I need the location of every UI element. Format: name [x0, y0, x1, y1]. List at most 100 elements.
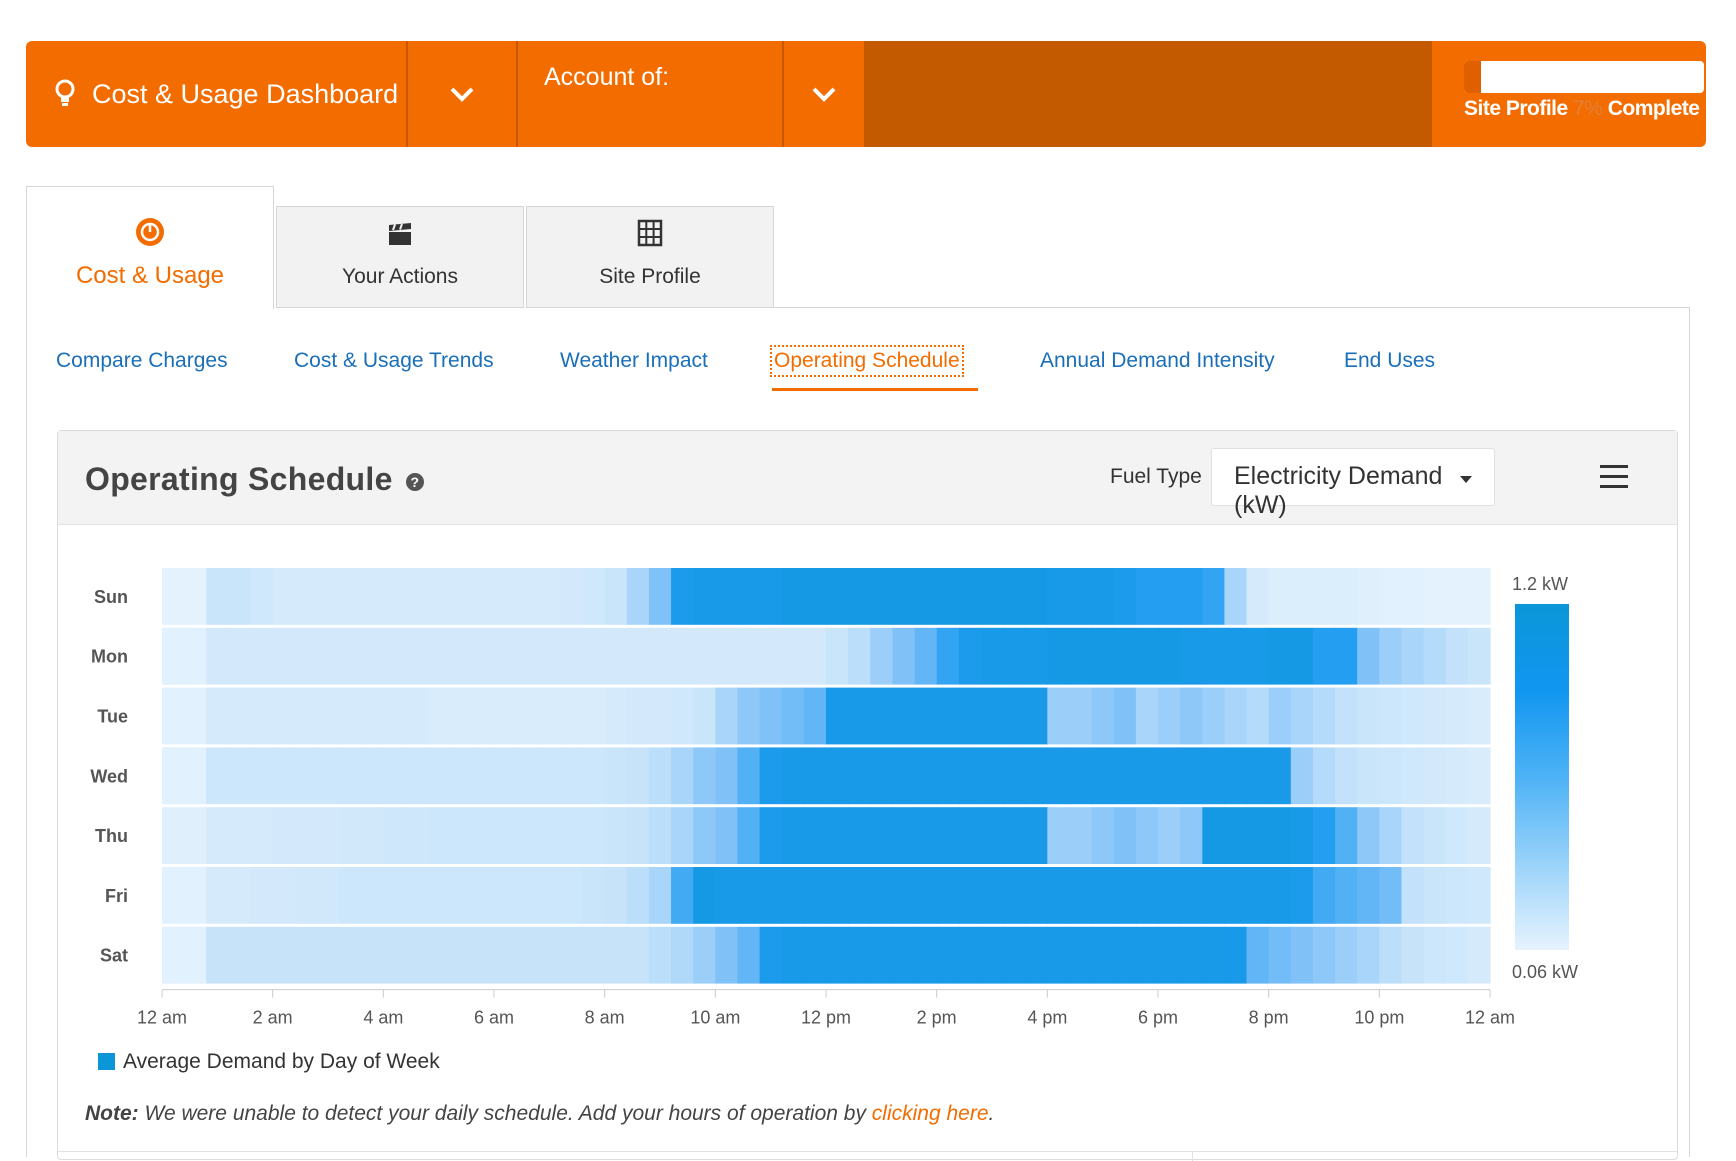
heatmap-cell[interactable]: [582, 687, 606, 745]
heatmap-cell[interactable]: [316, 747, 340, 805]
heatmap-cell[interactable]: [206, 807, 229, 864]
heatmap-cell[interactable]: [1047, 807, 1071, 864]
heatmap-cell[interactable]: [693, 926, 716, 984]
heatmap-cell[interactable]: [250, 747, 274, 805]
heatmap-cell[interactable]: [1003, 926, 1026, 984]
heatmap-cell[interactable]: [980, 687, 1004, 745]
heatmap-cell[interactable]: [1224, 627, 1248, 685]
heatmap-cell[interactable]: [803, 568, 827, 625]
heatmap-cell[interactable]: [1401, 627, 1425, 685]
heatmap-cell[interactable]: [1335, 687, 1358, 745]
heatmap-cell[interactable]: [1335, 807, 1358, 864]
heatmap-cell[interactable]: [162, 747, 185, 805]
heatmap-cell[interactable]: [737, 747, 761, 805]
heatmap-cell[interactable]: [494, 867, 517, 924]
heatmap-cell[interactable]: [162, 627, 185, 685]
heatmap-cell[interactable]: [1379, 568, 1403, 625]
heatmap-cell[interactable]: [936, 867, 960, 924]
heatmap-cell[interactable]: [471, 926, 495, 984]
heatmap-cell[interactable]: [1047, 687, 1071, 745]
heatmap-cell[interactable]: [1312, 807, 1336, 864]
heatmap-cell[interactable]: [294, 867, 318, 924]
heatmap-cell[interactable]: [1445, 568, 1469, 625]
heatmap-cell[interactable]: [1445, 747, 1469, 805]
heatmap-cell[interactable]: [1423, 867, 1447, 924]
heatmap-cell[interactable]: [826, 568, 849, 625]
heatmap-cell[interactable]: [1158, 687, 1181, 745]
heatmap-cell[interactable]: [361, 627, 384, 685]
heatmap-cell[interactable]: [1312, 867, 1336, 924]
heatmap-cell[interactable]: [1113, 568, 1137, 625]
heatmap-cell[interactable]: [737, 687, 761, 745]
heatmap-cell[interactable]: [759, 627, 783, 685]
heatmap-cell[interactable]: [980, 568, 1004, 625]
heatmap-cell[interactable]: [958, 926, 982, 984]
heatmap-cell[interactable]: [494, 627, 517, 685]
heatmap-cell[interactable]: [538, 867, 561, 924]
heatmap-cell[interactable]: [1180, 807, 1203, 864]
heatmap-cell[interactable]: [870, 568, 893, 625]
heatmap-cell[interactable]: [1401, 747, 1425, 805]
heatmap-cell[interactable]: [162, 687, 185, 745]
heatmap-cell[interactable]: [1467, 687, 1491, 745]
heatmap-cell[interactable]: [604, 747, 628, 805]
heatmap-cell[interactable]: [538, 687, 561, 745]
heatmap-cell[interactable]: [1401, 568, 1425, 625]
heatmap-cell[interactable]: [427, 627, 451, 685]
heatmap-cell[interactable]: [1113, 687, 1137, 745]
heatmap-cell[interactable]: [405, 926, 429, 984]
heatmap-cell[interactable]: [427, 687, 451, 745]
heatmap-cell[interactable]: [936, 807, 960, 864]
heatmap-cell[interactable]: [648, 687, 672, 745]
heatmap-cell[interactable]: [1357, 687, 1380, 745]
heatmap-cell[interactable]: [936, 926, 960, 984]
heatmap-cell[interactable]: [914, 747, 938, 805]
heatmap-cell[interactable]: [1467, 747, 1491, 805]
heatmap-cell[interactable]: [1335, 747, 1358, 805]
heatmap-cell[interactable]: [361, 747, 384, 805]
heatmap-cell[interactable]: [1180, 627, 1203, 685]
heatmap-cell[interactable]: [1025, 687, 1048, 745]
heatmap-cell[interactable]: [759, 926, 783, 984]
heatmap-cell[interactable]: [1180, 867, 1203, 924]
heatmap-cell[interactable]: [1379, 627, 1403, 685]
heatmap-cell[interactable]: [1091, 926, 1115, 984]
heatmap-cell[interactable]: [803, 807, 827, 864]
heatmap-cell[interactable]: [848, 627, 871, 685]
heatmap-cell[interactable]: [339, 687, 362, 745]
chart-legend[interactable]: Average Demand by Day of Week: [98, 1050, 440, 1074]
heatmap-cell[interactable]: [1423, 807, 1447, 864]
heatmap-cell[interactable]: [848, 747, 871, 805]
heatmap-cell[interactable]: [471, 807, 495, 864]
heatmap-cell[interactable]: [294, 926, 318, 984]
heatmap-cell[interactable]: [228, 807, 252, 864]
heatmap-cell[interactable]: [980, 867, 1004, 924]
heatmap-cell[interactable]: [538, 807, 561, 864]
heatmap-cell[interactable]: [1467, 807, 1491, 864]
heatmap-cell[interactable]: [405, 568, 429, 625]
heatmap-cell[interactable]: [1180, 687, 1203, 745]
heatmap-cell[interactable]: [1069, 747, 1093, 805]
heatmap-cell[interactable]: [1445, 627, 1469, 685]
heatmap-cell[interactable]: [715, 568, 739, 625]
heatmap-cell[interactable]: [383, 747, 407, 805]
heatmap-cell[interactable]: [737, 926, 761, 984]
heatmap-cell[interactable]: [936, 687, 960, 745]
heatmap-cell[interactable]: [1224, 747, 1248, 805]
heatmap-cell[interactable]: [759, 687, 783, 745]
heatmap-cell[interactable]: [316, 568, 340, 625]
heatmap-cell[interactable]: [184, 687, 207, 745]
heatmap-cell[interactable]: [826, 627, 849, 685]
heatmap-cell[interactable]: [1113, 627, 1137, 685]
heatmap-cell[interactable]: [958, 627, 982, 685]
heatmap-cell[interactable]: [471, 627, 495, 685]
heatmap-cell[interactable]: [914, 627, 938, 685]
heatmap-cell[interactable]: [1379, 807, 1403, 864]
heatmap-cell[interactable]: [206, 568, 229, 625]
heatmap-cell[interactable]: [1180, 747, 1203, 805]
heatmap-cell[interactable]: [958, 568, 982, 625]
heatmap-cell[interactable]: [1003, 747, 1026, 805]
heatmap-cell[interactable]: [206, 627, 229, 685]
heatmap-cell[interactable]: [693, 867, 716, 924]
heatmap-cell[interactable]: [228, 747, 252, 805]
